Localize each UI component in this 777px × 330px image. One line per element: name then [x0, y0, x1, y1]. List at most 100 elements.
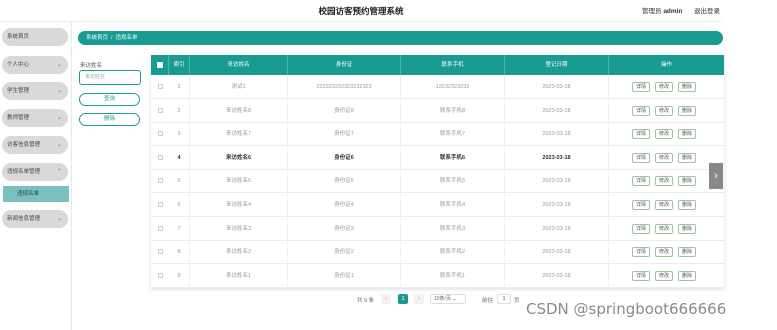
delete-row-button[interactable]: 删除 [678, 129, 696, 140]
table-cell: 联系手机8 [401, 98, 505, 123]
detail-button[interactable]: 详情 [632, 223, 650, 234]
row-checkbox[interactable] [158, 202, 163, 207]
column-header: 登记日期 [505, 55, 609, 75]
table-row: 5 来访姓名5 身份证5 联系手机5 2023-03-18 详情 修改 删除 [151, 169, 724, 194]
table-cell: 2023-03-18 [505, 263, 609, 288]
delete-row-button[interactable]: 删除 [678, 82, 696, 92]
table-cell: 来访姓名7 [190, 122, 288, 147]
pager-goto-input[interactable]: 1 [497, 294, 511, 304]
table-cell: 身份证5 [288, 169, 401, 194]
sidebar-subitem-violation-list[interactable]: 违规名单 [3, 186, 69, 202]
table-row: 7 来访姓名3 身份证3 联系手机3 2023-03-18 详情 修改 删除 [151, 216, 724, 241]
table-cell: 2023-03-18 [505, 122, 609, 147]
edit-button[interactable]: 修改 [655, 176, 673, 187]
chevron-down-icon: ⌄ [56, 62, 62, 68]
table-cell: 来访姓名8 [190, 98, 288, 123]
sidebar-item-news[interactable]: 新闻信息管理 ⌄ [2, 210, 68, 228]
pager-current-page[interactable]: 1 [398, 294, 408, 304]
table-cell: 联系手机2 [401, 240, 505, 265]
delete-row-button[interactable]: 删除 [678, 223, 696, 234]
sidebar-item-home[interactable]: 系统首页 [2, 28, 68, 46]
column-header: 操作 [660, 62, 672, 68]
sidebar-item-label: 新闻信息管理 [7, 216, 41, 222]
edit-button[interactable]: 修改 [655, 129, 673, 140]
pager-goto-label: 前往 [482, 298, 494, 304]
detail-button[interactable]: 详情 [632, 176, 650, 187]
delete-button[interactable]: 删除 [79, 113, 140, 126]
sidebar-item-profile[interactable]: 个人中心 ⌄ [2, 56, 68, 74]
table-row: 8 来访姓名2 身份证2 联系手机2 2023-03-18 详情 修改 删除 [151, 240, 724, 265]
row-checkbox[interactable] [158, 225, 163, 231]
table-cell: 联系手机3 [401, 216, 505, 241]
query-button[interactable]: 查询 [79, 93, 140, 106]
sidebar-item-students[interactable]: 学生管理 ⌄ [2, 82, 68, 100]
detail-button[interactable]: 详情 [632, 152, 650, 163]
table-cell: 来访姓名3 [190, 216, 288, 241]
row-checkbox[interactable] [158, 84, 163, 89]
search-label: 来访姓名 [80, 63, 103, 69]
edit-button[interactable]: 修改 [655, 82, 673, 92]
chevron-right-icon[interactable]: › [709, 163, 723, 189]
pager-next-button[interactable]: › [414, 294, 424, 304]
select-all-checkbox[interactable] [157, 62, 163, 68]
sidebar-item-violations[interactable]: 违规名单管理 ⌃ [2, 163, 68, 181]
sidebar-item-label: 访客信息管理 [7, 142, 41, 148]
table-cell: 9 [169, 263, 190, 288]
edit-button[interactable]: 修改 [655, 152, 673, 163]
edit-button[interactable]: 修改 [655, 247, 673, 258]
table-cell: 2023-03-18 [505, 75, 609, 99]
breadcrumb-home[interactable]: 系统首页 [86, 35, 108, 41]
admin-name: admin [663, 8, 683, 15]
edit-button[interactable]: 修改 [655, 105, 673, 116]
delete-row-button[interactable]: 删除 [678, 247, 696, 258]
detail-button[interactable]: 详情 [632, 105, 650, 116]
table-cell: 测试1 [190, 75, 288, 99]
delete-row-button[interactable]: 删除 [678, 152, 696, 163]
column-header: 索引 [169, 55, 190, 75]
edit-button[interactable]: 修改 [655, 223, 673, 234]
table-cell: 2023-03-18 [505, 193, 609, 217]
sidebar-item-label: 个人中心 [7, 62, 30, 68]
table-cell: 身份证7 [288, 122, 401, 147]
table-cell: 身份证8 [288, 98, 401, 123]
delete-row-button[interactable]: 删除 [678, 105, 696, 116]
chevron-down-icon: ⌄ [56, 216, 62, 222]
table-row: 9 来访姓名1 身份证1 联系手机1 2023-03-18 详情 修改 删除 [151, 263, 724, 288]
row-checkbox[interactable] [158, 154, 163, 160]
row-checkbox[interactable] [158, 178, 163, 184]
table-cell: 13232323232 [401, 75, 505, 99]
detail-button[interactable]: 详情 [632, 129, 650, 140]
sidebar-item-visitors[interactable]: 访客信息管理 ⌄ [2, 136, 68, 154]
table-cell: 联系手机4 [401, 193, 505, 217]
table-cell: 身份证6 [288, 145, 401, 170]
row-checkbox[interactable] [158, 272, 163, 278]
row-checkbox[interactable] [158, 107, 163, 113]
table-cell: 身份证1 [288, 263, 401, 288]
delete-row-button[interactable]: 删除 [678, 200, 696, 210]
table-row: 2 来访姓名8 身份证8 联系手机8 2023-03-18 详情 修改 删除 [151, 98, 724, 123]
delete-row-button[interactable]: 删除 [678, 176, 696, 187]
detail-button[interactable]: 详情 [632, 247, 650, 258]
edit-button[interactable]: 修改 [655, 200, 673, 210]
top-header: 校园访客预约管理系统 管理员 admin 退出登录 [0, 0, 722, 22]
delete-row-button[interactable]: 删除 [678, 270, 696, 281]
page-size-select[interactable]: 10条/页 ⌄ [430, 294, 466, 304]
detail-button[interactable]: 详情 [632, 82, 650, 92]
detail-button[interactable]: 详情 [632, 270, 650, 281]
row-checkbox[interactable] [158, 249, 163, 255]
logout-link[interactable]: 退出登录 [694, 5, 720, 15]
detail-button[interactable]: 详情 [632, 200, 650, 210]
header-select-all[interactable] [151, 55, 169, 75]
table-cell: 2023-03-18 [505, 169, 609, 194]
column-header: 联系手机 [401, 55, 505, 75]
pager-prev-button[interactable]: ‹ [381, 294, 391, 304]
row-checkbox[interactable] [158, 131, 163, 137]
table-cell: 2 [169, 98, 190, 123]
chevron-down-icon: ⌄ [56, 88, 62, 94]
sidebar-item-label: 学生管理 [7, 88, 30, 94]
table-header: 索引 来访姓名 身份证 联系手机 登记日期 操作 [151, 55, 724, 75]
sidebar-item-teachers[interactable]: 教师管理 ⌄ [2, 109, 68, 127]
edit-button[interactable]: 修改 [655, 270, 673, 281]
sidebar-item-label: 系统首页 [7, 34, 30, 40]
search-input[interactable]: 来访姓名 [79, 70, 141, 85]
